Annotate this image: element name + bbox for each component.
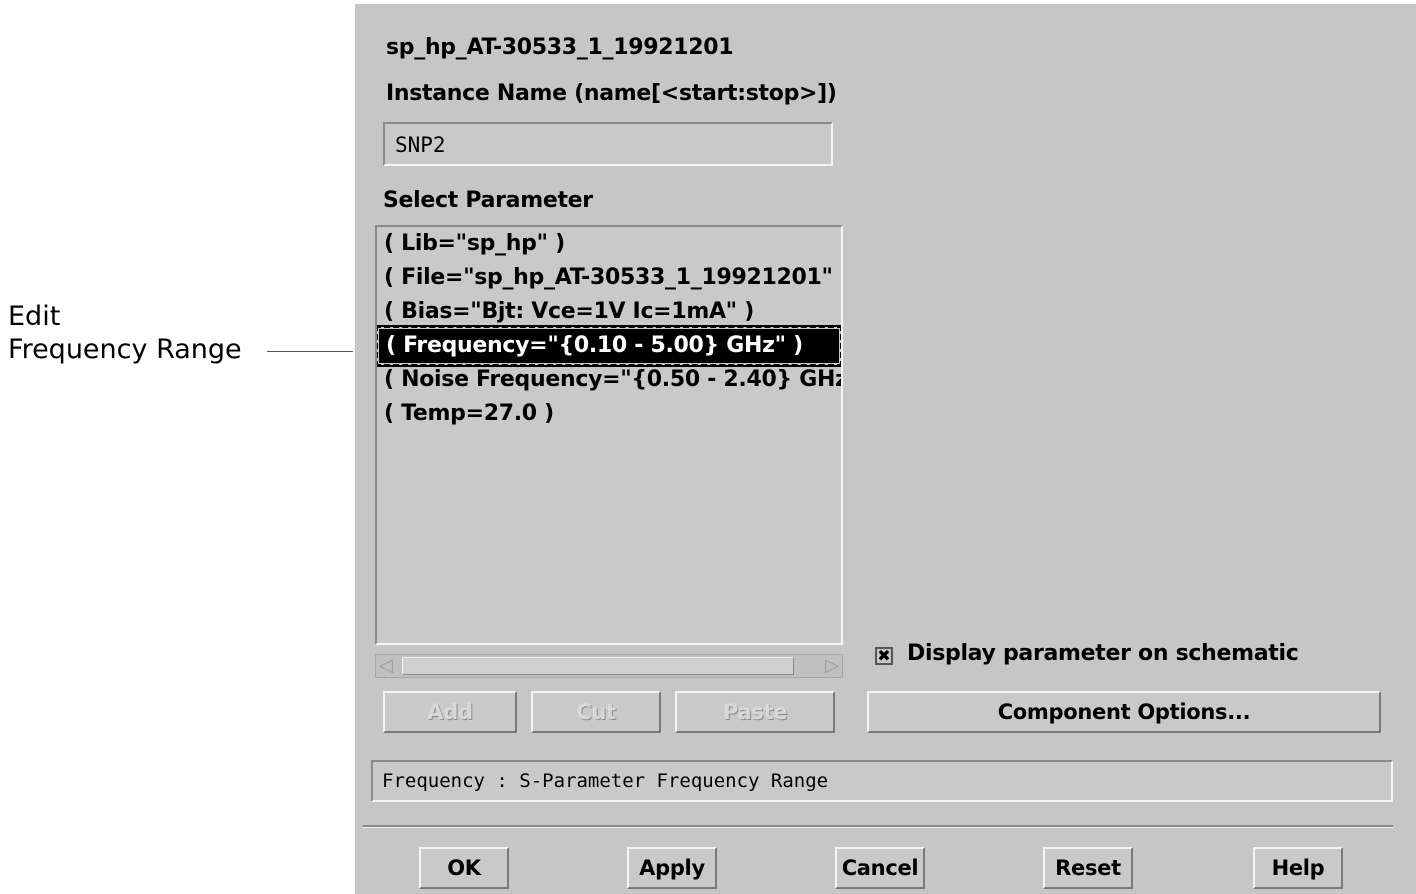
parameter-item-file[interactable]: ( File="sp_hp_AT-30533_1_19921201" xyxy=(377,261,841,295)
display-parameter-checkbox[interactable]: ✖ xyxy=(875,647,893,665)
footer-separator xyxy=(363,825,1393,828)
parameter-item-noise-frequency[interactable]: ( Noise Frequency="{0.50 - 2.40} GHz xyxy=(377,363,841,397)
callout-line2: Frequency Range xyxy=(8,334,242,365)
parameter-item-temp[interactable]: ( Temp=27.0 ) xyxy=(377,397,841,431)
select-parameter-label: Select Parameter xyxy=(383,188,593,213)
add-button[interactable]: Add xyxy=(383,691,517,733)
component-options-button[interactable]: Component Options... xyxy=(867,691,1381,733)
component-title: sp_hp_AT-30533_1_19921201 xyxy=(386,35,734,60)
apply-button[interactable]: Apply xyxy=(627,847,717,889)
help-button[interactable]: Help xyxy=(1253,847,1343,889)
callout-leader-line xyxy=(267,351,353,352)
parameter-list[interactable]: ( Lib="sp_hp" ) ( File="sp_hp_AT-30533_1… xyxy=(375,225,843,645)
callout-annotation: Edit Frequency Range xyxy=(8,300,242,366)
status-description: Frequency : S-Parameter Frequency Range xyxy=(371,760,1393,802)
component-parameter-dialog: sp_hp_AT-30533_1_19921201 Instance Name … xyxy=(355,4,1416,894)
scroll-left-icon[interactable]: ◁ xyxy=(379,655,393,677)
parameter-item-frequency[interactable]: ( Frequency="{0.10 - 5.00} GHz" ) xyxy=(377,325,841,367)
cancel-button[interactable]: Cancel xyxy=(835,847,925,889)
scroll-right-icon[interactable]: ▷ xyxy=(825,655,839,677)
instance-name-input[interactable]: SNP2 xyxy=(383,122,833,166)
parameter-list-hscrollbar[interactable]: ◁ ▷ xyxy=(375,654,843,678)
parameter-item-lib[interactable]: ( Lib="sp_hp" ) xyxy=(377,227,841,261)
parameter-item-bias[interactable]: ( Bias="Bjt: Vce=1V Ic=1mA" ) xyxy=(377,295,841,329)
scrollbar-thumb[interactable] xyxy=(402,657,794,675)
instance-name-label: Instance Name (name[<start:stop>]) xyxy=(386,81,837,106)
callout-line1: Edit xyxy=(8,301,61,332)
cut-button[interactable]: Cut xyxy=(531,691,661,733)
reset-button[interactable]: Reset xyxy=(1043,847,1133,889)
ok-button[interactable]: OK xyxy=(419,847,509,889)
paste-button[interactable]: Paste xyxy=(675,691,835,733)
display-parameter-label: Display parameter on schematic xyxy=(907,641,1299,666)
